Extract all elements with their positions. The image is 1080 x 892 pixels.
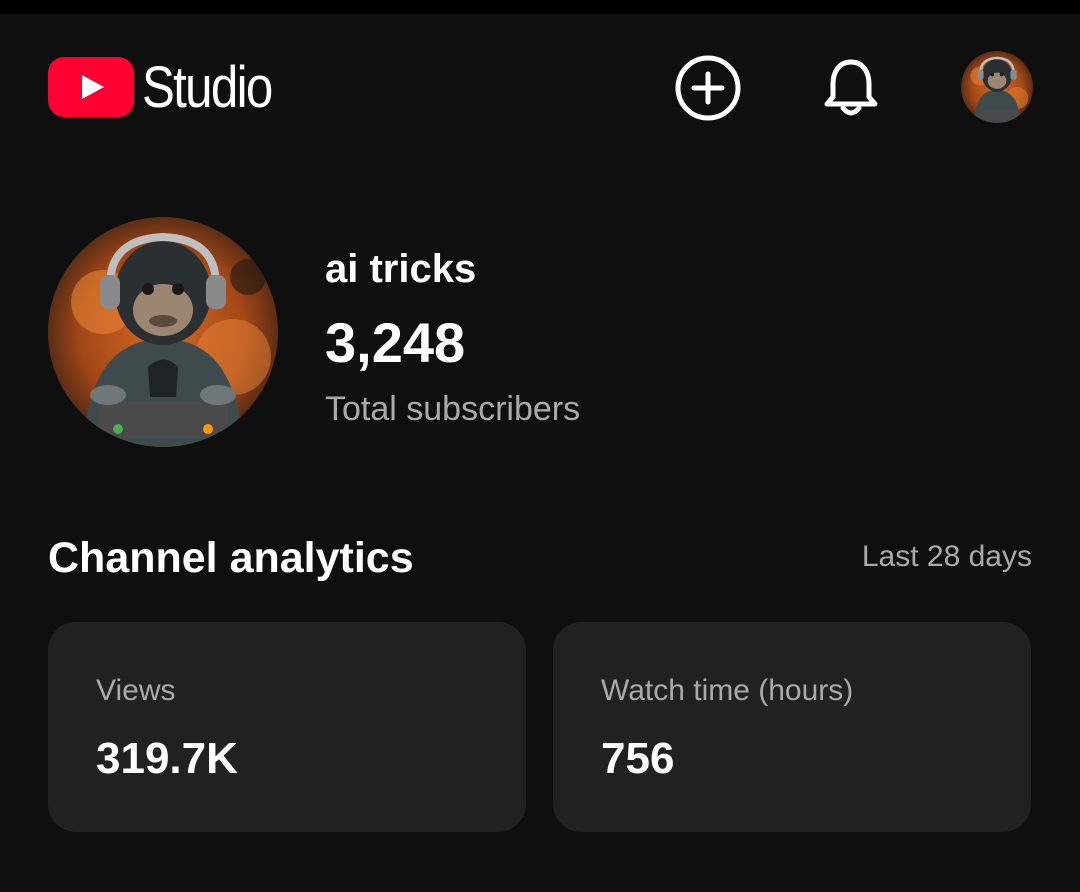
channel-profile: ai tricks 3,248 Total subscribers — [48, 217, 1048, 447]
views-label: Views — [96, 674, 176, 707]
channel-avatar-image — [48, 217, 278, 447]
avatar-image — [961, 51, 1033, 123]
subscriber-label: Total subscribers — [325, 390, 581, 428]
channel-name: ai tricks — [325, 247, 477, 291]
views-card[interactable]: Views 319.7K — [48, 622, 526, 832]
bell-icon — [824, 59, 878, 116]
account-avatar[interactable] — [961, 51, 1033, 123]
app-header: Studio — [0, 14, 1080, 164]
watch-time-card[interactable]: Watch time (hours) 756 — [553, 622, 1031, 832]
watch-time-value: 756 — [601, 734, 675, 783]
logo-text: Studio — [142, 54, 273, 120]
status-bar-strip — [0, 0, 1080, 14]
notifications-button[interactable] — [817, 54, 885, 122]
analytics-period: Last 28 days — [861, 540, 1032, 573]
create-button[interactable] — [674, 54, 742, 122]
create-plus-icon — [675, 55, 741, 121]
analytics-title: Channel analytics — [48, 534, 414, 582]
youtube-play-icon — [48, 57, 134, 117]
watch-time-label: Watch time (hours) — [601, 674, 854, 707]
channel-avatar[interactable] — [48, 217, 278, 447]
subscriber-count: 3,248 — [325, 311, 466, 374]
views-value: 319.7K — [96, 734, 238, 783]
youtube-studio-logo[interactable]: Studio — [48, 55, 294, 120]
